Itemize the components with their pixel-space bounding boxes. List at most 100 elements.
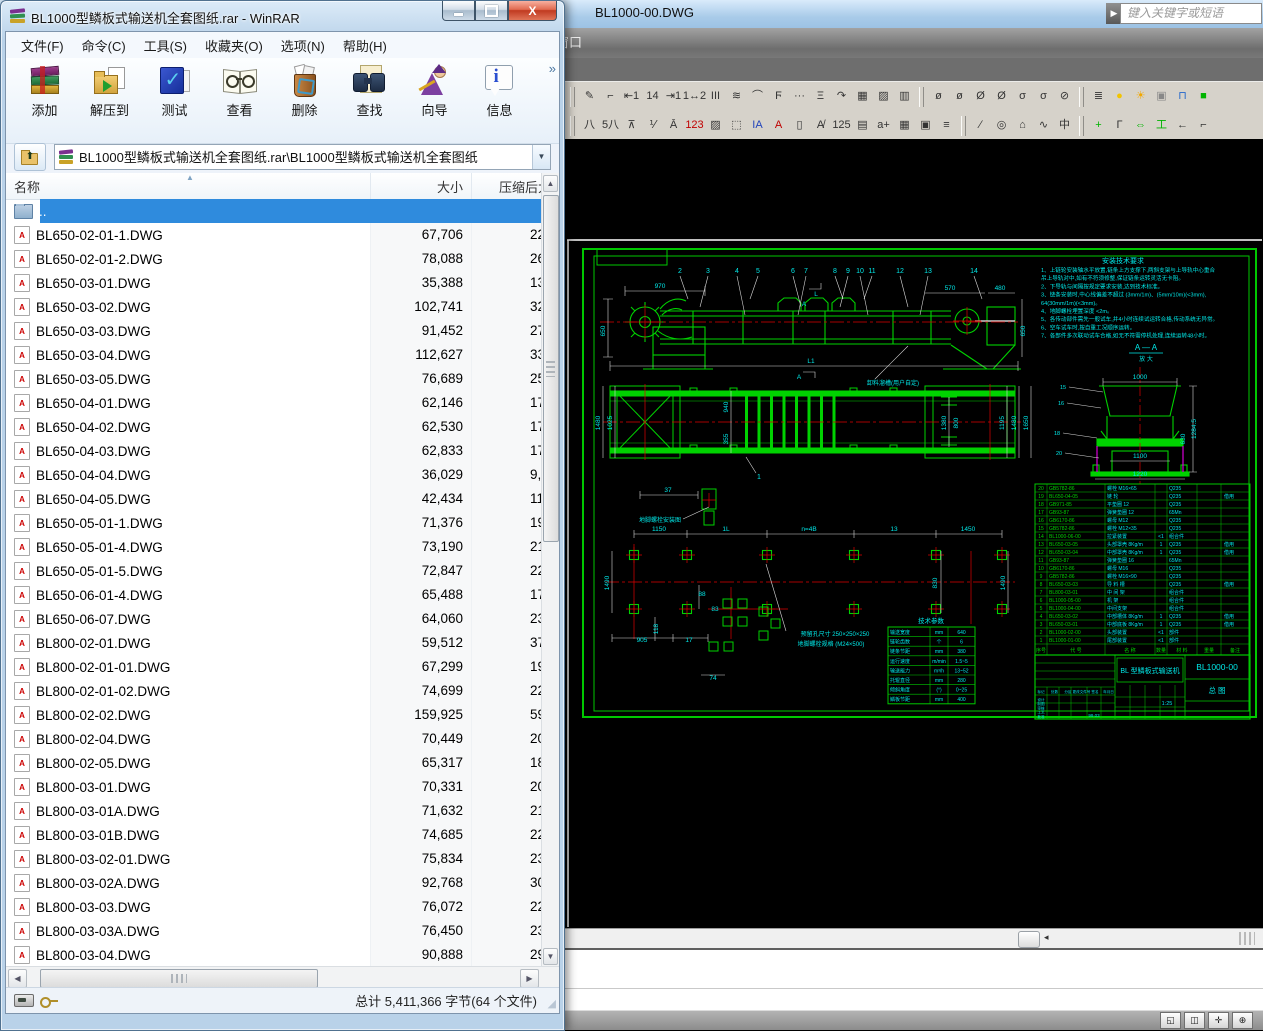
cad-tool-icon-1-3[interactable]: ⅟ [642, 115, 663, 136]
minimize-button[interactable] [442, 1, 475, 21]
file-row[interactable]: ABL650-05-01-5.DWG72,84722,3 [6, 559, 559, 583]
file-row[interactable]: ABL650-06-07.DWG64,06023,1 [6, 607, 559, 631]
extract-to-button[interactable]: 解压到 [77, 61, 142, 140]
toolbar-overflow-icon[interactable]: » [549, 61, 556, 76]
cad-tool-icon-0-3[interactable]: Ø [991, 86, 1012, 107]
cad-tool-icon-1-7[interactable]: ⬚ [726, 115, 747, 136]
maximize-button[interactable] [475, 1, 508, 21]
cad-tool-icon-0-0[interactable]: ø [928, 86, 949, 107]
address-dropdown-icon[interactable]: ▼ [532, 145, 550, 169]
cad-tool-icon-0-2[interactable]: Ø [970, 86, 991, 107]
file-row[interactable]: ABL650-03-05.DWG76,68925,1 [6, 367, 559, 391]
info-button[interactable]: i信息 [467, 61, 532, 140]
file-row[interactable]: ABL650-04-04.DWG36,0299,6 [6, 463, 559, 487]
wizard-button[interactable]: 向导 [402, 61, 467, 140]
cad-tool-icon-0-5[interactable]: σ [1033, 86, 1054, 107]
cad-tool-icon-0-0[interactable]: ≣ [1088, 86, 1109, 107]
close-button[interactable]: X [508, 1, 557, 21]
cad-tool-icon-1-0[interactable]: ∕ [970, 115, 991, 136]
cad-status-icon-0[interactable]: ◱ [1160, 1012, 1181, 1029]
scroll-left-icon[interactable]: ◀ [8, 969, 27, 988]
cad-tool-icon-1-5[interactable]: 123 [684, 115, 705, 136]
cad-tool-icon-1-9[interactable]: A [768, 115, 789, 136]
file-row[interactable]: ABL800-03-04.DWG90,88829,0 [6, 943, 559, 967]
menu-item-0[interactable]: 文件(F) [12, 33, 73, 58]
menu-item-4[interactable]: 选项(N) [272, 33, 334, 58]
cad-tool-icon-1-16[interactable]: ▣ [915, 115, 936, 136]
file-row[interactable]: ABL800-03-02-01.DWG75,83423,4 [6, 847, 559, 871]
cad-tool-icon-1-11[interactable]: A̸ [810, 115, 831, 136]
file-row[interactable]: ABL650-02-01-1.DWG67,70622,3 [6, 223, 559, 247]
file-row[interactable]: ABL650-02-01-2.DWG78,08826,7 [6, 247, 559, 271]
add-button[interactable]: 添加 [12, 61, 77, 140]
file-row[interactable]: ABL650-03-01.DWG35,38813,5 [6, 271, 559, 295]
up-directory-button[interactable]: ⬆ [14, 143, 46, 171]
file-row[interactable]: ABL800-03-03A.DWG76,45023,1 [6, 919, 559, 943]
cad-hscroll-thumb[interactable] [1018, 931, 1040, 948]
cad-tool-icon-1-2[interactable]: ⊼ [621, 115, 642, 136]
cad-tool-icon-1-13[interactable]: ▤ [852, 115, 873, 136]
cad-tool-icon-0-9[interactable]: Ϝ [768, 86, 789, 107]
cad-tool-icon-0-13[interactable]: ▦ [852, 86, 873, 107]
find-button[interactable]: 查找 [337, 61, 402, 140]
cad-tool-icon-1-0[interactable]: 八 [579, 115, 600, 136]
cad-tool-icon-0-5[interactable]: 1↔2 [684, 86, 705, 107]
scroll-right-icon[interactable]: ▶ [520, 969, 539, 988]
cad-tool-icon-0-14[interactable]: ▨ [873, 86, 894, 107]
winrar-titlebar[interactable]: BL1000型鳞板式输送机全套图纸.rar - WinRAR X [1, 1, 564, 31]
file-row[interactable]: ABL650-04-05.DWG42,43411,1 [6, 487, 559, 511]
file-row[interactable]: ABL800-02-01-01.DWG67,29919,1 [6, 655, 559, 679]
menu-item-1[interactable]: 命令(C) [73, 33, 135, 58]
cad-tool-icon-1-4[interactable]: 中 [1054, 115, 1075, 136]
hscroll-thumb[interactable] [40, 969, 318, 988]
cad-tool-icon-0-3[interactable]: ▣ [1151, 86, 1172, 107]
cad-tool-icon-1-17[interactable]: ≡ [936, 115, 957, 136]
cad-tool-icon-0-12[interactable]: ↷ [831, 86, 852, 107]
delete-button[interactable]: 删除 [272, 61, 337, 140]
cad-tool-icon-1-0[interactable]: + [1088, 115, 1109, 136]
cad-status-icon-3[interactable]: ⊕ [1232, 1012, 1253, 1029]
cad-tool-icon-0-4[interactable]: ⇥1 [663, 86, 684, 107]
cad-tool-icon-1-1[interactable]: ◎ [991, 115, 1012, 136]
cad-tool-icon-0-2[interactable]: ⇤1 [621, 86, 642, 107]
file-row[interactable]: ABL650-06-01-4.DWG65,48817,5 [6, 583, 559, 607]
cad-tool-icon-1-2[interactable]: ⇔ [1130, 115, 1151, 136]
cad-tool-icon-1-3[interactable]: 工 [1151, 115, 1172, 136]
file-row[interactable]: ABL800-02-01-02.DWG74,69922,4 [6, 679, 559, 703]
cad-tool-icon-1-12[interactable]: 125 [831, 115, 852, 136]
cad-tool-icon-0-4[interactable]: σ [1012, 86, 1033, 107]
cad-hscroll-grip[interactable] [1239, 932, 1255, 945]
file-row-up[interactable]: .. [6, 199, 559, 223]
horizontal-scrollbar[interactable]: ◀ ▶ [6, 966, 559, 988]
cad-tool-icon-1-10[interactable]: ▯ [789, 115, 810, 136]
cad-tool-icon-1-14[interactable]: a+ [873, 115, 894, 136]
cad-tool-icon-0-6[interactable]: ΙΙΙ [705, 86, 726, 107]
file-row[interactable]: ABL650-03-03.DWG91,45227,7 [6, 319, 559, 343]
cad-tool-icon-0-15[interactable]: ▥ [894, 86, 915, 107]
cad-tool-icon-1-4[interactable]: ← [1172, 115, 1193, 136]
file-row[interactable]: ABL800-02-01.DWG59,51237,4 [6, 631, 559, 655]
cad-tool-icon-0-8[interactable]: ⌒ [747, 86, 768, 107]
file-row[interactable]: ABL650-04-03.DWG62,83317,9 [6, 439, 559, 463]
cad-tool-icon-0-1[interactable]: ø [949, 86, 970, 107]
column-header-size[interactable]: 大小 [371, 173, 472, 199]
file-row[interactable]: ABL650-03-02.DWG102,74132,0 [6, 295, 559, 319]
menu-item-5[interactable]: 帮助(H) [334, 33, 396, 58]
menu-item-3[interactable]: 收藏夹(O) [196, 33, 272, 58]
vertical-scrollbar[interactable]: ▲ ▼ [541, 173, 559, 967]
file-row[interactable]: ABL650-03-04.DWG112,62733,8 [6, 343, 559, 367]
file-row[interactable]: ABL800-02-04.DWG70,44920,4 [6, 727, 559, 751]
file-row[interactable]: ABL800-03-02A.DWG92,76830,4 [6, 871, 559, 895]
cad-tool-icon-1-3[interactable]: ∿ [1033, 115, 1054, 136]
cad-tool-icon-1-15[interactable]: ▦ [894, 115, 915, 136]
file-row[interactable]: ABL800-03-01A.DWG71,63221,4 [6, 799, 559, 823]
cad-tool-icon-0-11[interactable]: Ξ [810, 86, 831, 107]
cad-hscroll-arrow-icon[interactable]: ◂ [1044, 932, 1049, 943]
vscroll-thumb[interactable] [543, 195, 559, 542]
file-row[interactable]: ABL800-03-01B.DWG74,68522,4 [6, 823, 559, 847]
view-button[interactable]: 查看 [207, 61, 272, 140]
cad-tool-icon-0-4[interactable]: ⊓ [1172, 86, 1193, 107]
cad-tool-icon-0-3[interactable]: 14 [642, 86, 663, 107]
file-row[interactable]: ABL650-04-01.DWG62,14617,3 [6, 391, 559, 415]
file-row[interactable]: ABL800-03-03.DWG76,07222,7 [6, 895, 559, 919]
